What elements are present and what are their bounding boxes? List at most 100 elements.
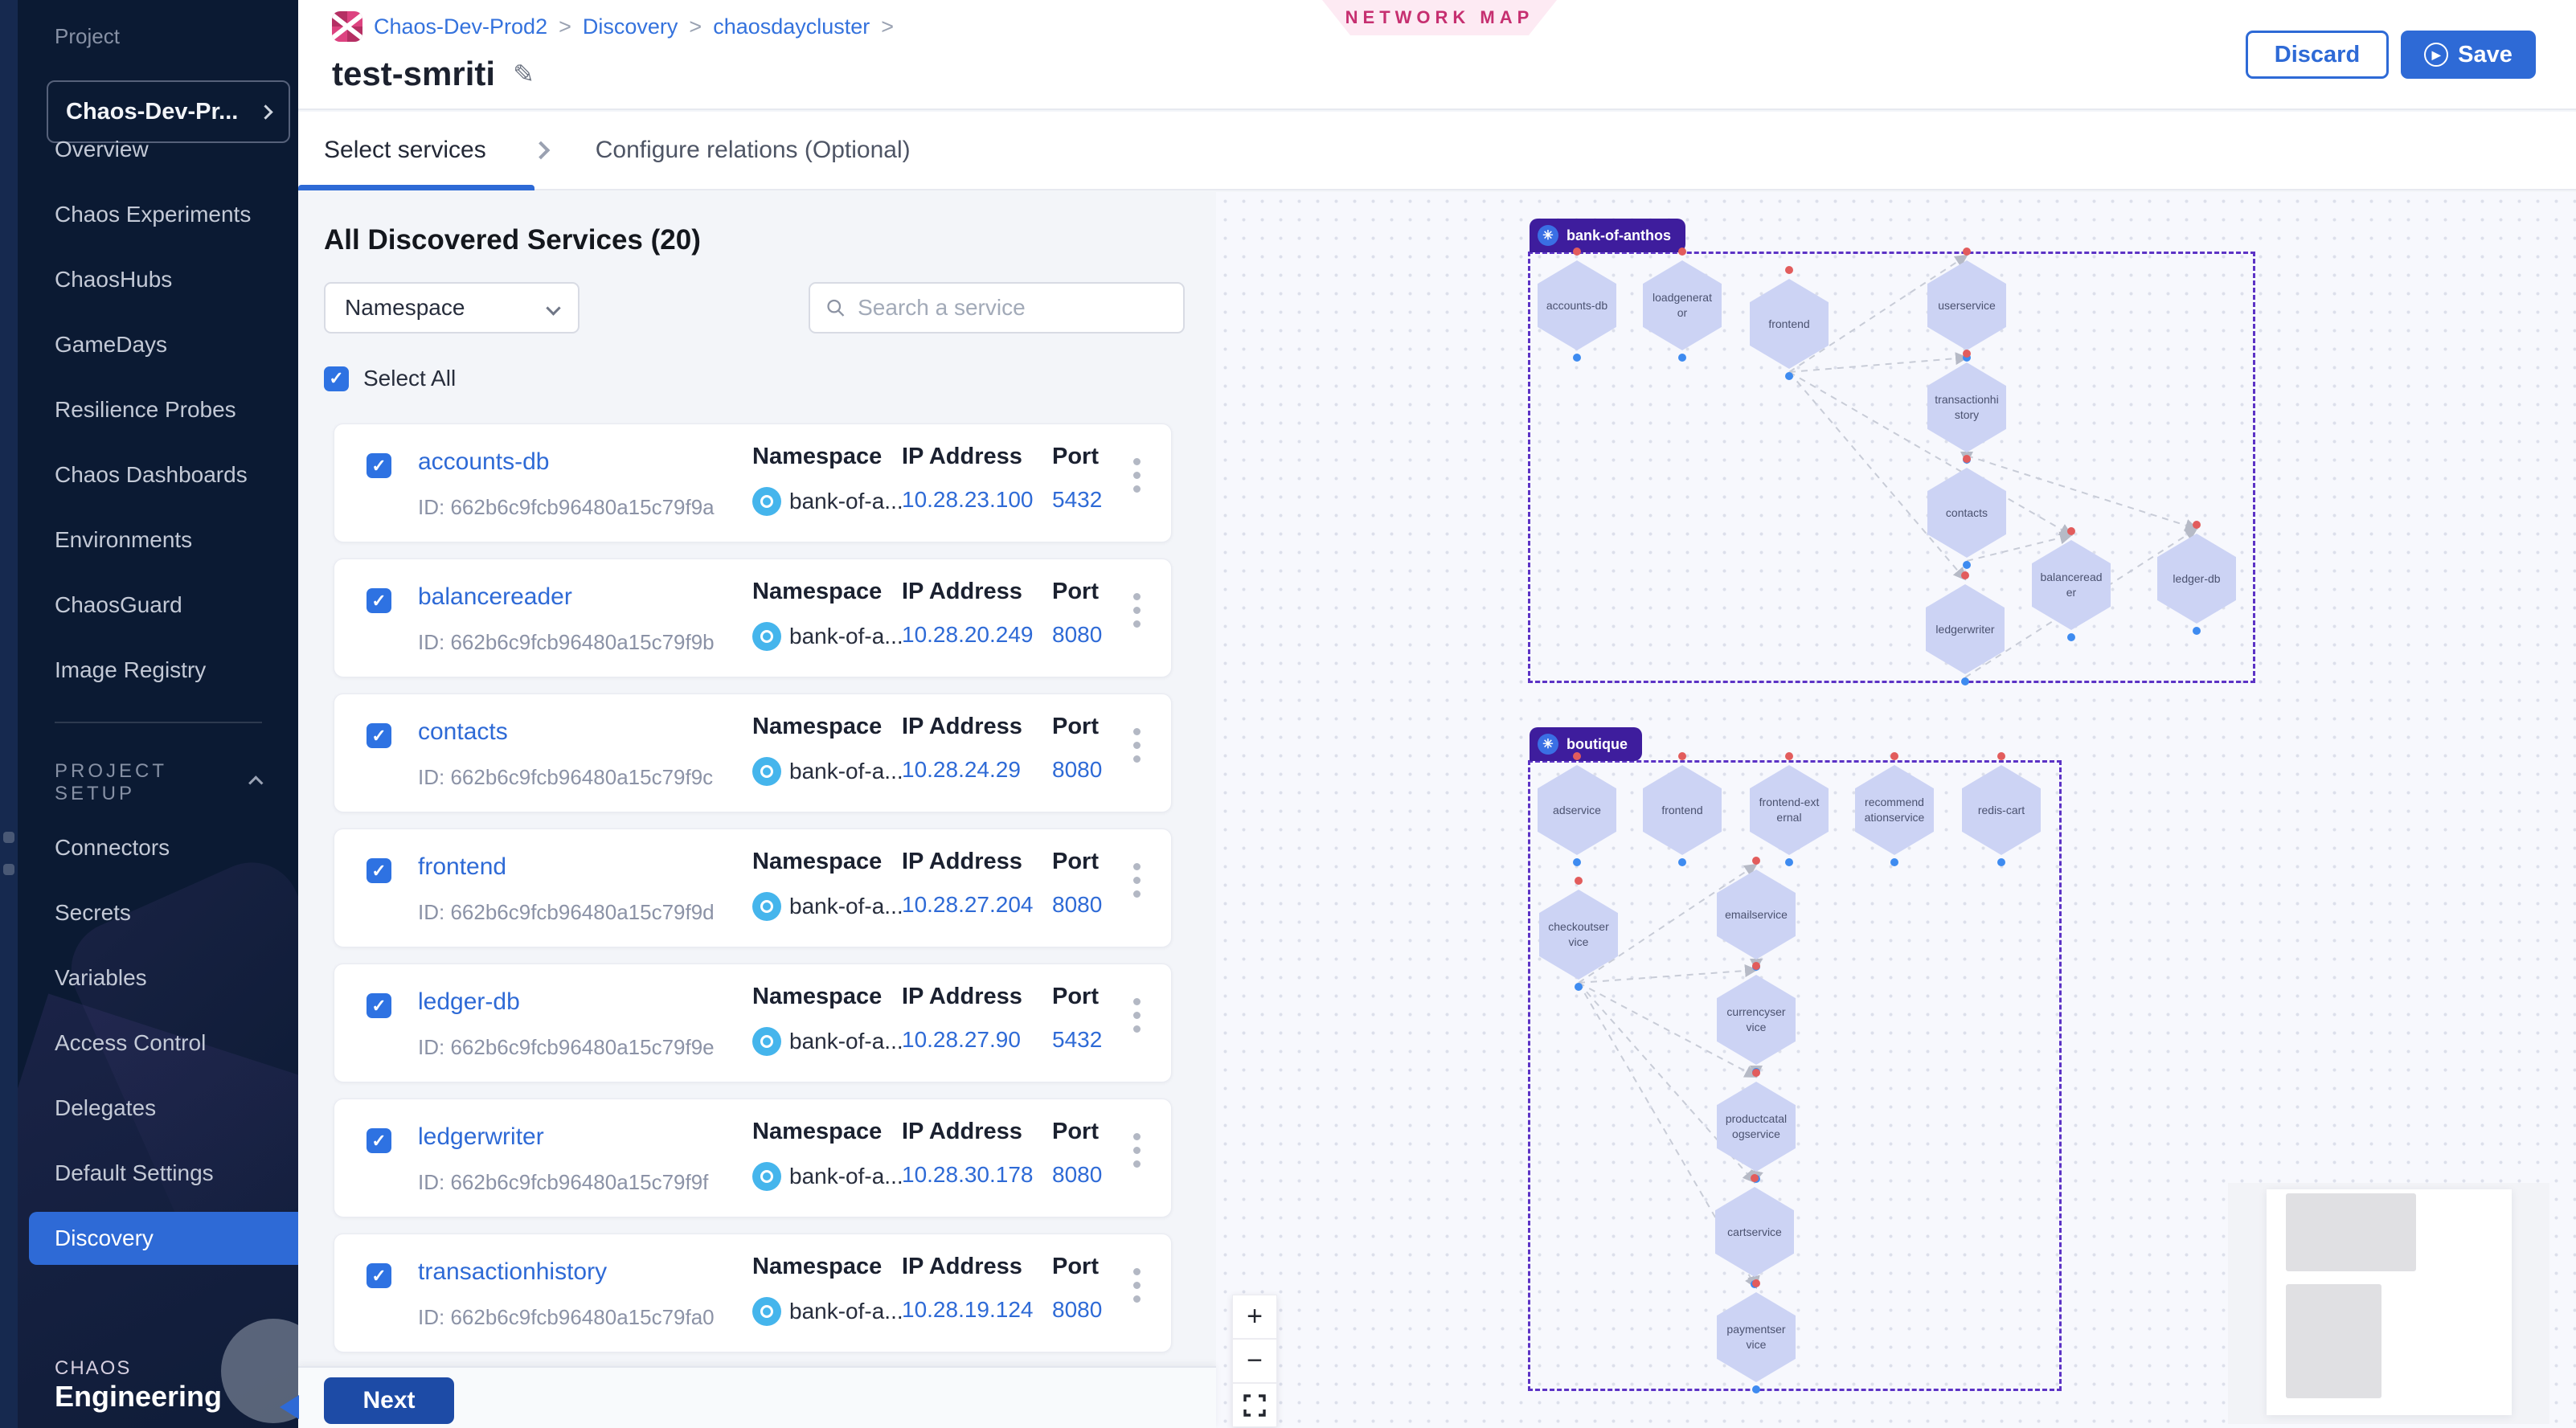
discard-button[interactable]: Discard <box>2246 31 2389 79</box>
rail-icon[interactable] <box>3 864 14 875</box>
node-input-dot <box>1678 752 1686 760</box>
node-output-dot <box>1752 1385 1760 1393</box>
sidebar-item-chaosguard[interactable]: ChaosGuard <box>18 579 298 632</box>
next-button[interactable]: Next <box>324 1377 454 1424</box>
service-name-link[interactable]: contacts <box>418 718 508 746</box>
module-nav-rail[interactable] <box>0 0 18 1428</box>
search-input[interactable] <box>858 295 1169 321</box>
tab-configure-relations[interactable]: Configure relations (Optional) <box>596 137 911 164</box>
row-menu-kebab-icon[interactable] <box>1130 860 1144 901</box>
service-id: ID: 662b6c9fcb96480a15c79f9e <box>418 1035 715 1060</box>
row-checkbox[interactable]: ✓ <box>367 858 391 883</box>
zoom-in-button[interactable]: + <box>1232 1295 1277 1339</box>
sidebar-divider <box>55 722 262 723</box>
project-label: Project <box>55 24 120 49</box>
row-checkbox[interactable]: ✓ <box>367 723 391 748</box>
node-output-dot <box>1785 858 1793 866</box>
row-menu-kebab-icon[interactable] <box>1130 590 1144 631</box>
title-row: test-smriti ✎ <box>332 55 534 93</box>
breadcrumb-link-chaos-dev-prod2[interactable]: Chaos-Dev-Prod2 <box>374 14 547 39</box>
tab-select-services[interactable]: Select services <box>298 112 534 189</box>
col-header-ip: IP Address <box>902 1254 1022 1280</box>
service-name-link[interactable]: accounts-db <box>418 448 549 476</box>
service-row-balancereader: ✓ balancereader ID: 662b6c9fcb96480a15c79f… <box>334 559 1172 677</box>
breadcrumb-link-chaosdaycluster[interactable]: chaosdaycluster <box>713 14 870 39</box>
sidebar-item-variables[interactable]: Variables <box>18 951 298 1005</box>
breadcrumb-link-discovery[interactable]: Discovery <box>583 14 678 39</box>
chaos-engineering-logo: CHAOS Engineering <box>55 1357 222 1414</box>
sidebar-item-connectors[interactable]: Connectors <box>18 821 298 874</box>
sidebar-item-default-settings[interactable]: Default Settings <box>18 1147 298 1200</box>
row-checkbox[interactable]: ✓ <box>367 588 391 613</box>
col-header-namespace: Namespace <box>752 1119 882 1145</box>
row-menu-kebab-icon[interactable] <box>1130 455 1144 496</box>
row-menu-kebab-icon[interactable] <box>1130 725 1144 766</box>
edit-pencil-icon[interactable]: ✎ <box>513 59 534 89</box>
network-map-canvas[interactable]: ✳bank-of-anthosaccounts-dbloadgeneratorf… <box>1216 192 2576 1428</box>
row-menu-kebab-icon[interactable] <box>1130 1130 1144 1171</box>
zoom-out-button[interactable]: − <box>1232 1339 1277 1383</box>
row-menu-kebab-icon[interactable] <box>1130 1265 1144 1306</box>
sidebar-item-gamedays[interactable]: GameDays <box>18 318 298 371</box>
services-heading: All Discovered Services (20) <box>324 224 701 256</box>
col-header-namespace: Namespace <box>752 849 882 875</box>
node-output-dot <box>1785 372 1793 380</box>
node-input-dot <box>1575 877 1583 885</box>
sidebar-item-secrets[interactable]: Secrets <box>18 886 298 939</box>
service-rows: ✓accounts-dbID: 662b6c9fcb96480a15c79f9a… <box>334 423 1172 1352</box>
service-name-link[interactable]: ledger-db <box>418 988 520 1016</box>
namespace-value: bank-of-a... <box>752 622 903 651</box>
service-id: ID: 662b6c9fcb96480a15c79f9b <box>418 630 715 655</box>
save-button[interactable]: ▶ Save <box>2401 31 2536 79</box>
logo-text-engineering: Engineering <box>55 1380 222 1414</box>
chevron-down-icon <box>546 301 560 315</box>
sidebar-item-chaoshubs[interactable]: ChaosHubs <box>18 253 298 306</box>
sidebar-item-chaos-experiments[interactable]: Chaos Experiments <box>18 188 298 241</box>
namespace-value: bank-of-a... <box>752 757 903 786</box>
namespace-icon <box>752 622 781 651</box>
sidebar-item-discovery[interactable]: Discovery <box>29 1212 298 1265</box>
sidebar-item-delegates[interactable]: Delegates <box>18 1082 298 1135</box>
col-header-namespace: Namespace <box>752 444 882 470</box>
service-name-link[interactable]: balancereader <box>418 583 572 611</box>
col-header-namespace: Namespace <box>752 1254 882 1280</box>
port-value: 8080 <box>1052 1297 1102 1323</box>
row-checkbox[interactable]: ✓ <box>367 1263 391 1288</box>
row-checkbox[interactable]: ✓ <box>367 453 391 478</box>
node-output-dot <box>1573 858 1581 866</box>
rail-icon[interactable] <box>3 832 14 843</box>
col-header-namespace: Namespace <box>752 984 882 1010</box>
node-input-dot <box>1963 350 1971 358</box>
service-name-link[interactable]: ledgerwriter <box>418 1123 544 1151</box>
row-checkbox[interactable]: ✓ <box>367 1128 391 1153</box>
sidebar-collapse-icon[interactable] <box>280 1395 299 1419</box>
col-header-ip: IP Address <box>902 849 1022 875</box>
service-row-ledger-db: ✓ ledger-db ID: 662b6c9fcb96480a15c79f9e Na… <box>334 964 1172 1082</box>
cluster-bank-of-anthos[interactable] <box>1528 252 2255 683</box>
ip-value: 10.28.27.204 <box>902 892 1034 918</box>
sidebar-item-image-registry[interactable]: Image Registry <box>18 644 298 697</box>
service-name-link[interactable]: transactionhistory <box>418 1258 607 1286</box>
tab-bar: Select services Configure relations (Opt… <box>298 112 2576 190</box>
node-output-dot <box>1575 983 1583 991</box>
sidebar-item-resilience-probes[interactable]: Resilience Probes <box>18 383 298 436</box>
cluster-boutique[interactable] <box>1528 760 2062 1391</box>
col-header-namespace: Namespace <box>752 579 882 605</box>
select-all-checkbox[interactable]: ✓ <box>324 366 349 391</box>
namespace-icon <box>752 1162 781 1191</box>
service-id: ID: 662b6c9fcb96480a15c79f9d <box>418 900 715 925</box>
save-label: Save <box>2458 42 2513 68</box>
project-setup-section-header[interactable]: PROJECT SETUP <box>18 756 298 809</box>
row-checkbox[interactable]: ✓ <box>367 993 391 1018</box>
sidebar-item-access-control[interactable]: Access Control <box>18 1017 298 1070</box>
map-minimap[interactable] <box>2228 1183 2549 1424</box>
row-menu-kebab-icon[interactable] <box>1130 995 1144 1036</box>
service-name-link[interactable]: frontend <box>418 853 506 881</box>
namespace-filter-dropdown[interactable]: Namespace <box>324 282 579 333</box>
fullscreen-button[interactable] <box>1232 1383 1277 1427</box>
sidebar-item-environments[interactable]: Environments <box>18 514 298 567</box>
sidebar-item-overview[interactable]: Overview <box>18 123 298 176</box>
service-row-frontend: ✓ frontend ID: 662b6c9fcb96480a15c79f9d Nam… <box>334 829 1172 947</box>
sidebar-item-chaos-dashboards[interactable]: Chaos Dashboards <box>18 448 298 501</box>
map-zoom-controls: + − <box>1232 1295 1277 1427</box>
